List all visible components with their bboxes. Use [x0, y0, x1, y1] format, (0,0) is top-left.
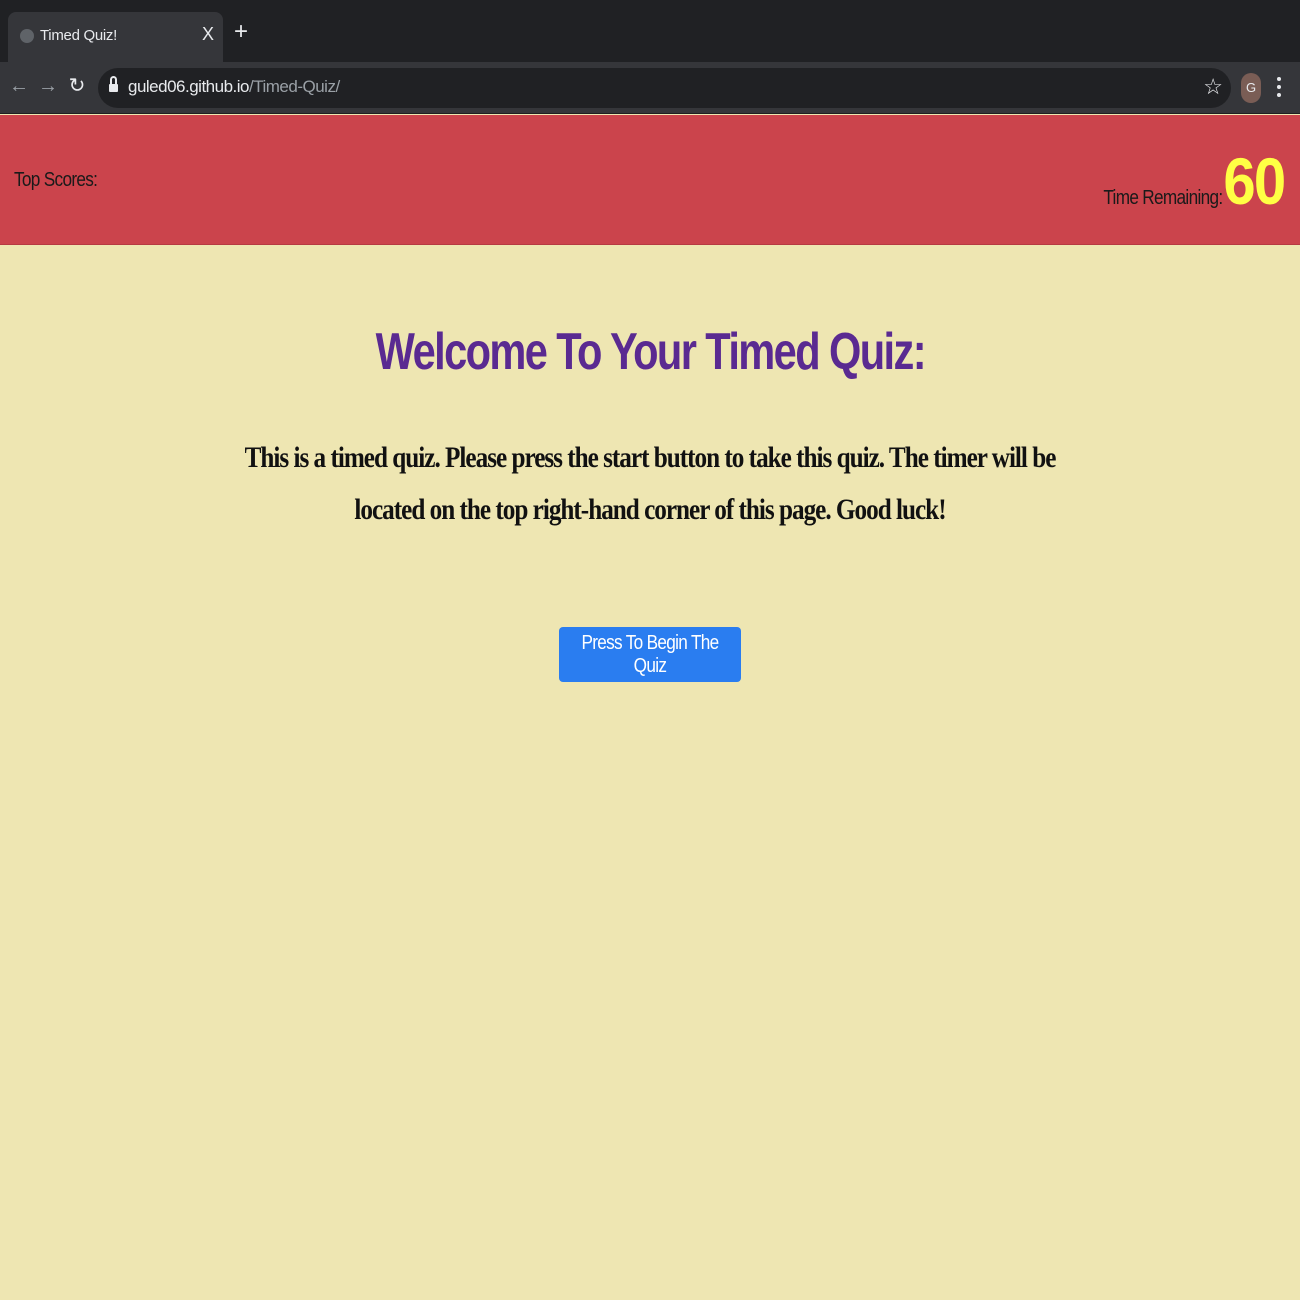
- browser-toolbar: ← → ↻ guled06.github.io/Timed-Quiz/ ☆ G: [0, 62, 1300, 114]
- menu-icon[interactable]: [1272, 75, 1286, 101]
- url-path: /Timed-Quiz/: [249, 77, 340, 96]
- time-remaining-label: Time Remaining:: [1102, 187, 1223, 209]
- page-title: Welcome To Your Timed Quiz:: [0, 322, 1300, 382]
- browser-tabstrip: Timed Quiz! X +: [0, 0, 1300, 62]
- lock-icon[interactable]: [109, 76, 118, 92]
- url-host: guled06.github.io: [128, 77, 250, 96]
- intro-text-content: This is a timed quiz. Please press the s…: [244, 441, 1057, 526]
- avatar[interactable]: G: [1241, 73, 1261, 103]
- new-tab-button[interactable]: +: [234, 20, 248, 44]
- quiz-header: Top Scores: Time Remaining: 60: [0, 115, 1300, 245]
- star-icon[interactable]: ☆: [1203, 74, 1223, 100]
- page-title-text: Welcome To Your Timed Quiz:: [375, 323, 926, 381]
- timer-value: 60: [1222, 144, 1286, 218]
- tab-title: Timed Quiz!: [40, 27, 117, 44]
- address-bar[interactable]: guled06.github.io/Timed-Quiz/ ☆: [98, 68, 1231, 108]
- top-scores-link[interactable]: Top Scores:: [14, 169, 98, 192]
- back-icon[interactable]: ←: [8, 75, 30, 97]
- url-text[interactable]: guled06.github.io/Timed-Quiz/: [128, 77, 340, 97]
- start-quiz-button-label: Press To Begin The Quiz: [581, 631, 719, 677]
- browser-tab[interactable]: Timed Quiz! X: [8, 12, 223, 62]
- close-tab-button[interactable]: X: [202, 24, 214, 45]
- reload-icon[interactable]: ↻: [66, 75, 88, 97]
- start-quiz-button[interactable]: Press To Begin The Quiz: [559, 627, 741, 682]
- globe-icon: [20, 29, 34, 43]
- forward-icon[interactable]: →: [37, 75, 59, 97]
- intro-text: This is a timed quiz. Please press the s…: [140, 432, 1160, 536]
